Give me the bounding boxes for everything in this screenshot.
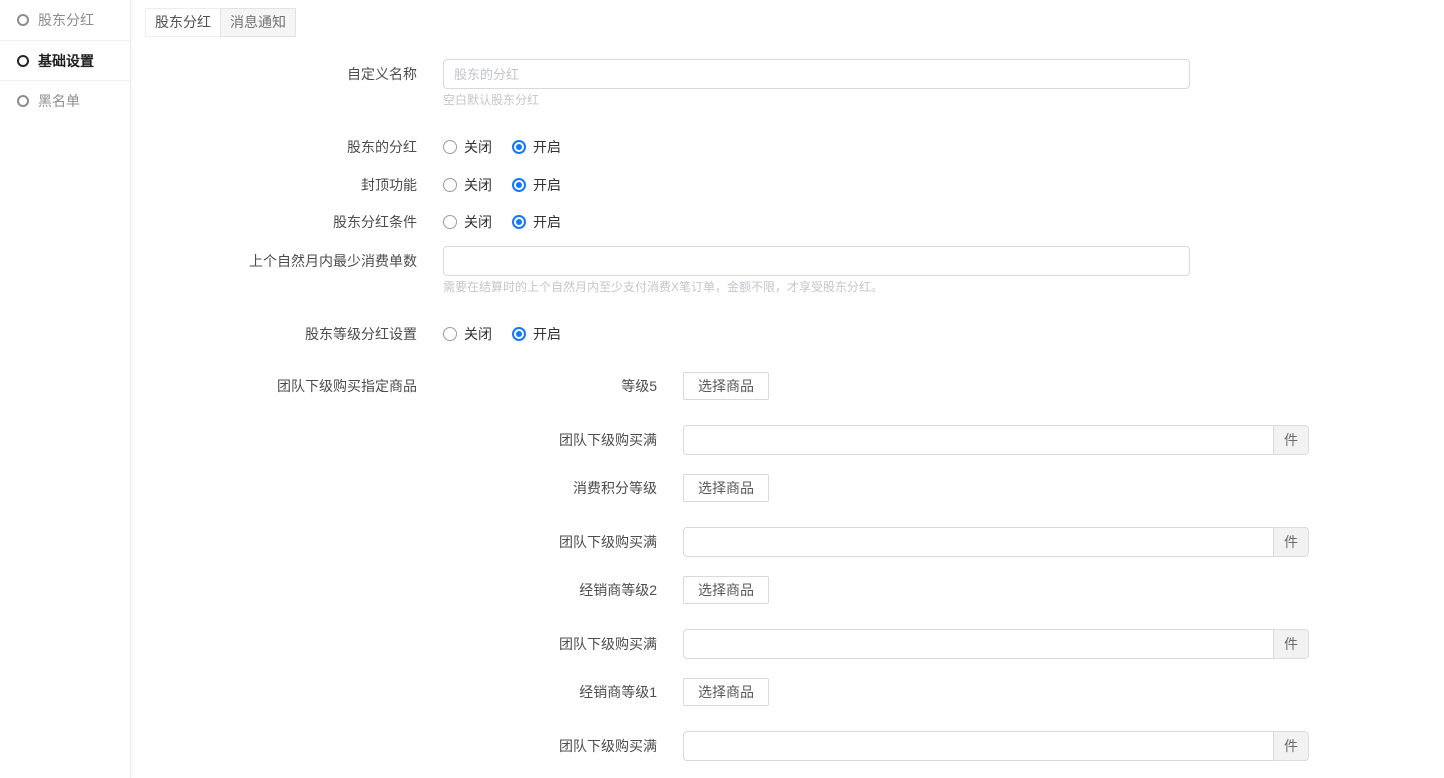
condition-radio-group: 关闭 开启	[443, 214, 1444, 230]
qty-label: 团队下级购买满	[443, 736, 657, 756]
unit-suffix: 件	[1274, 425, 1309, 455]
sidebar-item-basic-settings[interactable]: 基础设置	[0, 40, 130, 80]
radio-open-option[interactable]: 开启	[512, 212, 561, 232]
level-group-row: 经销商等级2 选择商品	[443, 576, 1444, 604]
radio-open-label: 开启	[533, 324, 561, 344]
unit-suffix: 件	[1274, 731, 1309, 761]
team-products-section: 团队下级购买指定商品 等级5 选择商品 团队下级购买满 件	[131, 372, 1444, 761]
unit-suffix: 件	[1274, 527, 1309, 557]
qty-row: 团队下级购买满 件	[443, 527, 1444, 557]
circle-icon	[17, 55, 29, 67]
radio-checked-icon	[512, 327, 526, 341]
level-name-label: 经销商等级2	[443, 580, 657, 600]
circle-icon	[17, 95, 29, 107]
level-switch-label: 股东等级分红设置	[131, 326, 417, 342]
custom-name-label: 自定义名称	[131, 59, 417, 89]
main-content: 股东分红 消息通知 自定义名称 空白默认股东分红 股东的分红 关闭	[131, 0, 1444, 761]
circle-icon	[17, 14, 29, 26]
custom-name-input[interactable]	[443, 59, 1190, 89]
qty-input[interactable]	[683, 527, 1274, 557]
cap-radio-group: 关闭 开启	[443, 177, 1444, 193]
radio-close-option[interactable]: 关闭	[443, 212, 492, 232]
radio-checked-icon	[512, 178, 526, 192]
settings-sidebar: 股东分红 基础设置 黑名单	[0, 0, 131, 778]
qty-input[interactable]	[683, 731, 1274, 761]
level-group-row: 经销商等级1 选择商品	[443, 678, 1444, 706]
dividend-radio-group: 关闭 开启	[443, 139, 1444, 155]
qty-label: 团队下级购买满	[443, 532, 657, 552]
sidebar-item-label: 股东分红	[38, 10, 94, 30]
team-products-label: 团队下级购买指定商品	[131, 372, 417, 400]
radio-open-label: 开启	[533, 175, 561, 195]
level-group-row: 消费积分等级 选择商品	[443, 474, 1444, 502]
level-radio-group: 关闭 开启	[443, 326, 1444, 342]
qty-input[interactable]	[683, 629, 1274, 659]
min-orders-input[interactable]	[443, 246, 1190, 276]
radio-open-option[interactable]: 开启	[512, 137, 561, 157]
radio-close-label: 关闭	[464, 212, 492, 232]
qty-input[interactable]	[683, 425, 1274, 455]
radio-close-label: 关闭	[464, 175, 492, 195]
radio-close-label: 关闭	[464, 137, 492, 157]
radio-unchecked-icon	[443, 215, 457, 229]
select-product-button[interactable]: 选择商品	[683, 474, 769, 502]
radio-unchecked-icon	[443, 140, 457, 154]
radio-checked-icon	[512, 215, 526, 229]
sidebar-item-label: 基础设置	[38, 51, 94, 71]
select-product-button[interactable]: 选择商品	[683, 678, 769, 706]
level-name-label: 消费积分等级	[443, 478, 657, 498]
radio-checked-icon	[512, 140, 526, 154]
settings-form: 自定义名称 空白默认股东分红 股东的分红 关闭 开启	[131, 59, 1444, 761]
level-name-label: 经销商等级1	[443, 682, 657, 702]
qty-label: 团队下级购买满	[443, 634, 657, 654]
sidebar-item-blacklist[interactable]: 黑名单	[0, 80, 130, 120]
dividend-switch-row: 股东的分红 关闭 开启	[131, 139, 1444, 155]
radio-open-option[interactable]: 开启	[512, 324, 561, 344]
tab-notification[interactable]: 消息通知	[220, 8, 296, 37]
level-switch-row: 股东等级分红设置 关闭 开启	[131, 326, 1444, 342]
condition-switch-row: 股东分红条件 关闭 开启	[131, 214, 1444, 230]
qty-row: 团队下级购买满 件	[443, 425, 1444, 455]
level-group-row: 等级5 选择商品	[443, 372, 1444, 400]
radio-open-label: 开启	[533, 212, 561, 232]
qty-row: 团队下级购买满 件	[443, 629, 1444, 659]
radio-close-label: 关闭	[464, 324, 492, 344]
unit-suffix: 件	[1274, 629, 1309, 659]
dividend-switch-label: 股东的分红	[131, 139, 417, 155]
radio-unchecked-icon	[443, 327, 457, 341]
radio-close-option[interactable]: 关闭	[443, 137, 492, 157]
level-name-label: 等级5	[443, 376, 657, 396]
select-product-button[interactable]: 选择商品	[683, 372, 769, 400]
custom-name-help: 空白默认股东分红	[443, 93, 1444, 108]
min-orders-label: 上个自然月内最少消费单数	[131, 246, 417, 276]
radio-unchecked-icon	[443, 178, 457, 192]
qty-label: 团队下级购买满	[443, 430, 657, 450]
radio-close-option[interactable]: 关闭	[443, 324, 492, 344]
condition-switch-label: 股东分红条件	[131, 214, 417, 230]
tab-dividend[interactable]: 股东分红	[145, 8, 221, 37]
custom-name-row: 自定义名称 空白默认股东分红	[131, 59, 1444, 108]
radio-open-option[interactable]: 开启	[512, 175, 561, 195]
cap-switch-row: 封顶功能 关闭 开启	[131, 177, 1444, 193]
sidebar-item-dividend[interactable]: 股东分红	[0, 0, 130, 40]
sidebar-item-label: 黑名单	[38, 91, 80, 111]
min-orders-row: 上个自然月内最少消费单数 需要在结算时的上个自然月内至少支付消费X笔订单，金额不…	[131, 246, 1444, 295]
tab-bar: 股东分红 消息通知	[131, 0, 1444, 37]
min-orders-help: 需要在结算时的上个自然月内至少支付消费X笔订单，金额不限，才享受股东分红。	[443, 280, 1444, 295]
radio-open-label: 开启	[533, 137, 561, 157]
select-product-button[interactable]: 选择商品	[683, 576, 769, 604]
qty-row: 团队下级购买满 件	[443, 731, 1444, 761]
radio-close-option[interactable]: 关闭	[443, 175, 492, 195]
cap-switch-label: 封顶功能	[131, 177, 417, 193]
